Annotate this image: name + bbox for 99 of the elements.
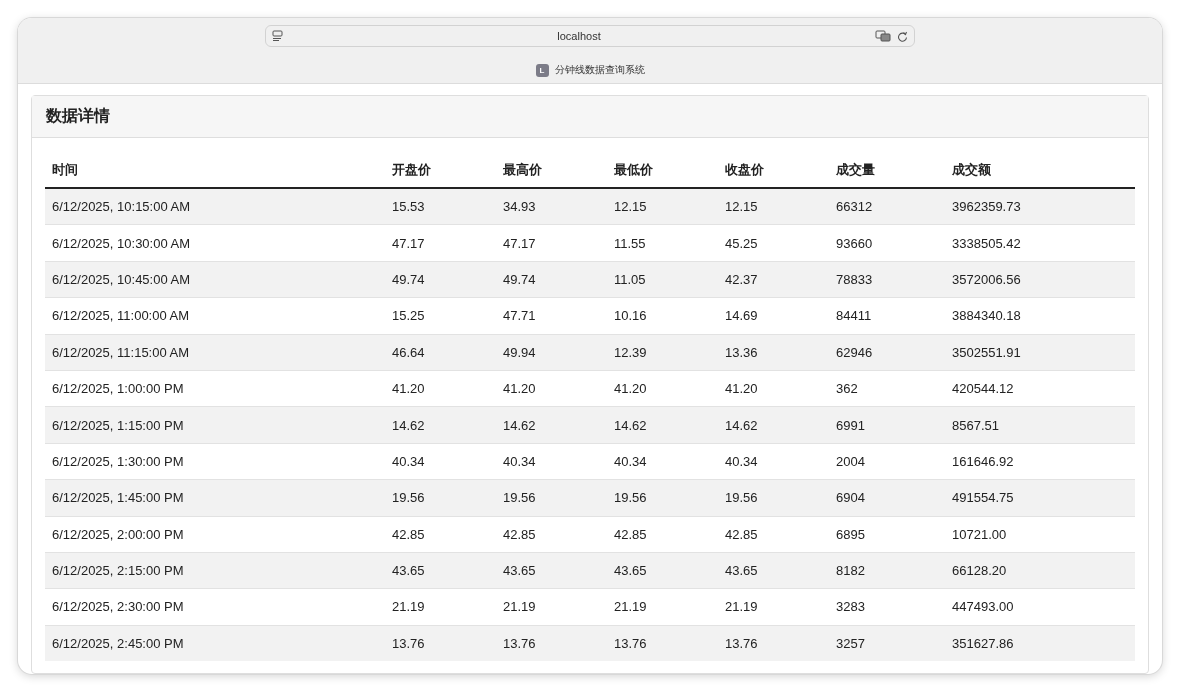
table-cell: 10721.00 <box>945 516 1135 553</box>
table-cell: 362 <box>829 370 945 407</box>
table-cell: 12.39 <box>607 334 718 371</box>
table-cell: 49.94 <box>496 334 607 371</box>
table-cell: 6/12/2025, 2:00:00 PM <box>45 516 385 553</box>
table-cell: 41.20 <box>718 370 829 407</box>
table-cell: 66312 <box>829 188 945 225</box>
table-cell: 3338505.42 <box>945 224 1135 262</box>
table-cell: 49.74 <box>385 261 496 298</box>
table-cell: 420544.12 <box>945 370 1135 407</box>
table-cell: 42.85 <box>385 516 496 553</box>
table-cell: 78833 <box>829 261 945 298</box>
table-cell: 447493.00 <box>945 588 1135 626</box>
table-cell: 40.34 <box>496 443 607 480</box>
table-cell: 6/12/2025, 10:15:00 AM <box>45 188 385 225</box>
table-cell: 3257 <box>829 625 945 662</box>
table-cell: 10.16 <box>607 297 718 335</box>
table-cell: 47.17 <box>385 224 496 262</box>
address-text: localhost <box>556 30 602 42</box>
table-cell: 13.76 <box>718 625 829 662</box>
table-cell: 13.76 <box>385 625 496 662</box>
card-title: 数据详情 <box>46 106 110 126</box>
table-cell: 42.85 <box>718 516 829 553</box>
table-cell: 45.25 <box>718 224 829 262</box>
table-cell: 21.19 <box>607 588 718 626</box>
table-cell: 6/12/2025, 2:45:00 PM <box>45 625 385 662</box>
table-cell: 13.76 <box>496 625 607 662</box>
table-cell: 43.65 <box>385 552 496 589</box>
table-cell: 8567.51 <box>945 406 1135 444</box>
reader-icon[interactable] <box>272 30 283 42</box>
table-cell: 161646.92 <box>945 443 1135 480</box>
table-cell: 14.62 <box>607 406 718 444</box>
table-cell: 43.65 <box>607 552 718 589</box>
table-cell: 11.55 <box>607 224 718 262</box>
table-cell: 6/12/2025, 10:30:00 AM <box>45 224 385 262</box>
table-cell: 3884340.18 <box>945 297 1135 335</box>
table-cell: 47.17 <box>496 224 607 262</box>
table-cell: 6904 <box>829 479 945 516</box>
site-favicon: L <box>535 63 549 77</box>
table-cell: 6991 <box>829 406 945 444</box>
table-cell: 41.20 <box>496 370 607 407</box>
table-cell: 46.64 <box>385 334 496 371</box>
table-cell: 93660 <box>829 224 945 262</box>
table-cell: 6/12/2025, 1:30:00 PM <box>45 443 385 480</box>
address-bar[interactable]: localhost <box>265 25 915 47</box>
table-cell: 13.36 <box>718 334 829 371</box>
table-cell: 66128.20 <box>945 552 1135 589</box>
translate-icon[interactable] <box>875 30 891 42</box>
table-cell: 41.20 <box>385 370 496 407</box>
table-cell: 6/12/2025, 10:45:00 AM <box>45 261 385 298</box>
table-cell: 12.15 <box>718 188 829 225</box>
table-cell: 40.34 <box>718 443 829 480</box>
table-cell: 6/12/2025, 2:15:00 PM <box>45 552 385 589</box>
table-cell: 15.53 <box>385 188 496 225</box>
table-cell: 21.19 <box>385 588 496 626</box>
table-cell: 14.62 <box>385 406 496 444</box>
table-cell: 43.65 <box>496 552 607 589</box>
table-cell: 14.69 <box>718 297 829 335</box>
table-cell: 2004 <box>829 443 945 480</box>
table-cell: 12.15 <box>607 188 718 225</box>
table-cell: 42.37 <box>718 261 829 298</box>
table-cell: 6/12/2025, 11:15:00 AM <box>45 334 385 371</box>
table-cell: 19.56 <box>385 479 496 516</box>
table-cell: 34.93 <box>496 188 607 225</box>
table-cell: 3283 <box>829 588 945 626</box>
table-cell: 491554.75 <box>945 479 1135 516</box>
table-cell: 14.62 <box>718 406 829 444</box>
table-cell: 62946 <box>829 334 945 371</box>
table-cell: 6/12/2025, 2:30:00 PM <box>45 588 385 626</box>
table-cell: 49.74 <box>496 261 607 298</box>
table-cell: 6/12/2025, 1:00:00 PM <box>45 370 385 407</box>
table-cell: 14.62 <box>496 406 607 444</box>
table-cell: 47.71 <box>496 297 607 335</box>
table-cell: 351627.86 <box>945 625 1135 662</box>
table-cell: 3962359.73 <box>945 188 1135 225</box>
table-cell: 43.65 <box>718 552 829 589</box>
tab-title[interactable]: 分钟线数据查询系统 <box>554 63 645 77</box>
reload-icon[interactable] <box>897 30 908 42</box>
table-cell: 6/12/2025, 11:00:00 AM <box>45 297 385 335</box>
table-cell: 13.76 <box>607 625 718 662</box>
table-cell: 6/12/2025, 1:15:00 PM <box>45 406 385 444</box>
table-cell: 6895 <box>829 516 945 553</box>
table-cell: 42.85 <box>607 516 718 553</box>
table-cell: 40.34 <box>607 443 718 480</box>
table-cell: 19.56 <box>607 479 718 516</box>
table-cell: 8182 <box>829 552 945 589</box>
table-cell: 19.56 <box>718 479 829 516</box>
table-cell: 42.85 <box>496 516 607 553</box>
table-cell: 3572006.56 <box>945 261 1135 298</box>
table-cell: 84411 <box>829 297 945 335</box>
table-cell: 21.19 <box>496 588 607 626</box>
table-cell: 11.05 <box>607 261 718 298</box>
table-cell: 19.56 <box>496 479 607 516</box>
table-cell: 41.20 <box>607 370 718 407</box>
table-cell: 21.19 <box>718 588 829 626</box>
table-cell: 6/12/2025, 1:45:00 PM <box>45 479 385 516</box>
table-cell: 3502551.91 <box>945 334 1135 371</box>
table-cell: 15.25 <box>385 297 496 335</box>
table-cell: 40.34 <box>385 443 496 480</box>
